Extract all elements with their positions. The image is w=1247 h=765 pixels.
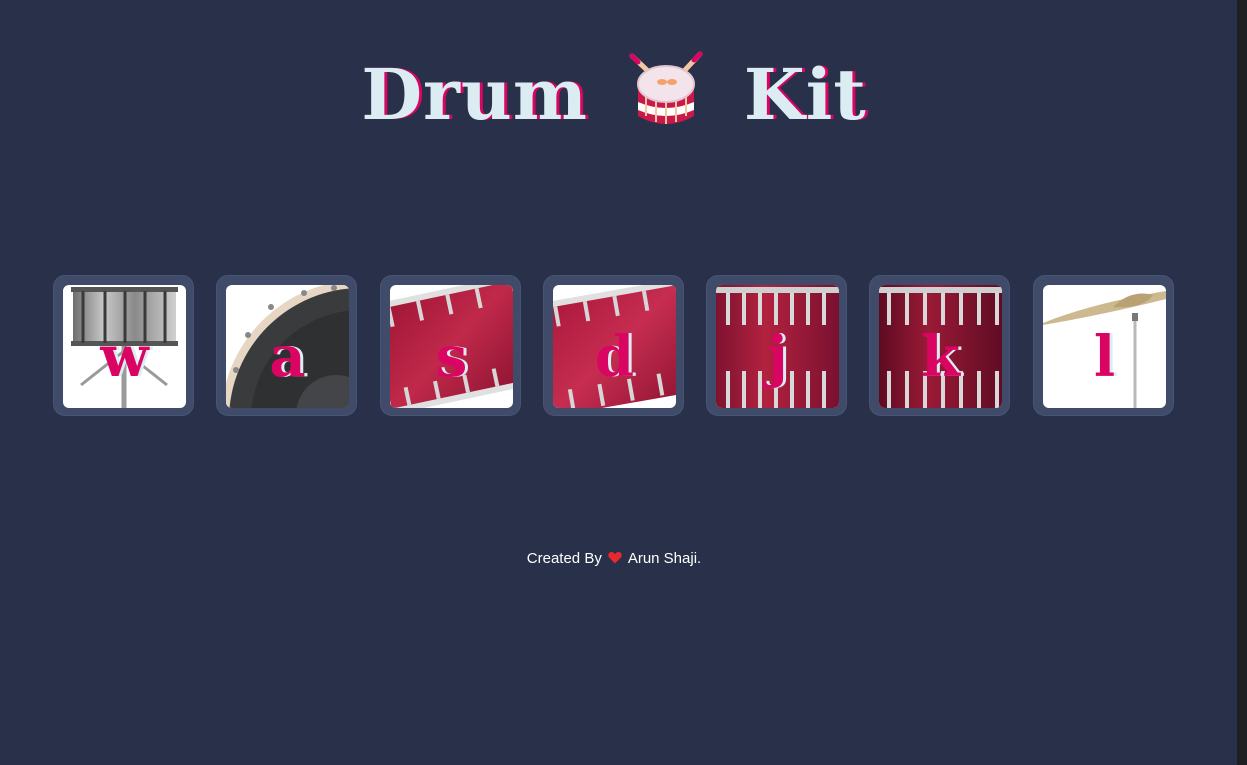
key-letter: w — [100, 324, 149, 390]
drum-button-l[interactable]: l — [1033, 275, 1174, 416]
key-letter: d — [594, 324, 635, 390]
key-letter: j — [767, 324, 788, 390]
title-word-drum: Drum — [361, 53, 588, 136]
drum-face: d — [553, 285, 676, 408]
key-letter: l — [1093, 324, 1116, 390]
drum-button-k[interactable]: k — [869, 275, 1010, 416]
drum-button-w[interactable]: w — [53, 275, 194, 416]
key-letter: a — [269, 324, 306, 390]
window-edge — [1237, 0, 1247, 765]
heart-icon — [608, 552, 622, 564]
drum-button-a[interactable]: a — [216, 275, 357, 416]
key-letter: s — [435, 324, 468, 390]
drum-face: s — [390, 285, 513, 408]
title-word-kit: Kit — [743, 53, 867, 136]
drum-set: w a s d j k l — [53, 275, 1174, 416]
footer-author: Arun Shaji. — [627, 550, 702, 567]
page-title: Drum Kit — [0, 50, 1228, 140]
drum-button-s[interactable]: s — [380, 275, 521, 416]
drum-face: j — [716, 285, 839, 408]
drum-face: k — [879, 285, 1002, 408]
drum-button-j[interactable]: j — [706, 275, 847, 416]
key-letter: k — [921, 324, 960, 390]
drum-face: l — [1043, 285, 1166, 408]
footer: Created By Arun Shaji. — [0, 549, 1228, 569]
footer-created-by: Created By — [526, 550, 602, 567]
drum-button-d[interactable]: d — [543, 275, 684, 416]
drum-face: w — [63, 285, 186, 408]
drum-with-drumsticks-icon — [629, 51, 703, 124]
drum-kit-page: Drum Kit w a s d j k l Created By Arun S… — [0, 0, 1237, 765]
drum-face: a — [226, 285, 349, 408]
